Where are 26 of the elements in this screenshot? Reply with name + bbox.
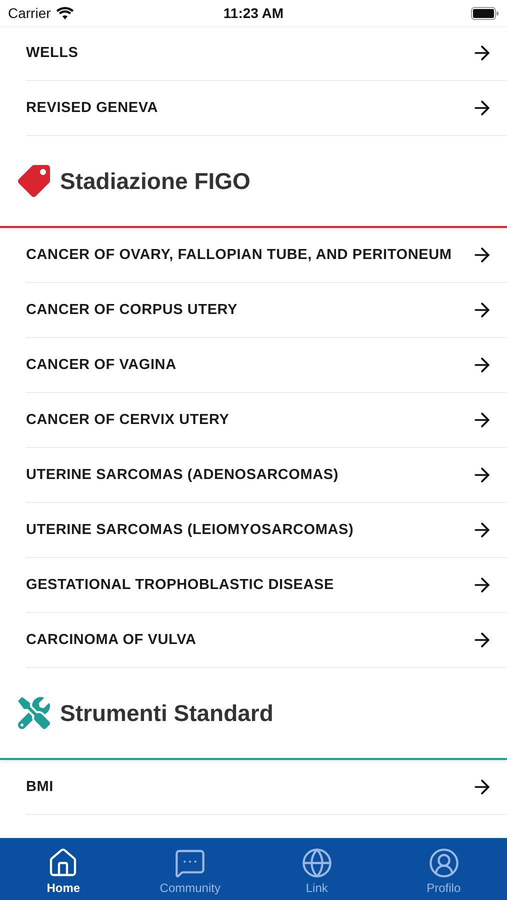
tab-bar-item[interactable]: Home: [0, 838, 127, 900]
profile-icon: [428, 847, 460, 879]
tools-icon: [18, 697, 50, 729]
list-row[interactable]: UTERINE SARCOMAS (ADENOSARCOMAS): [26, 448, 507, 503]
list-row[interactable]: GESTATIONAL TROPHOBLASTIC DISEASE: [26, 558, 507, 613]
wifi-icon: [56, 6, 74, 20]
list-row[interactable]: CANCER OF CORPUS UTERY: [26, 283, 507, 338]
tab-bar-item[interactable]: Profilo: [380, 838, 507, 900]
list-row[interactable]: CANCER OF OVARY, FALLOPIAN TUBE, AND PERITONEUM: [26, 228, 507, 283]
list-row[interactable]: CANCER OF VAGINA: [26, 338, 507, 393]
globe-icon: [300, 847, 333, 879]
tab-bar-item[interactable]: Community: [126, 838, 254, 900]
section-title: Strumenti Standard: [60, 700, 274, 726]
clock-time: 11:23 AM: [223, 5, 284, 21]
chat-bubble-icon: [174, 847, 206, 879]
carrier-text: Carrier: [8, 5, 51, 21]
list-row[interactable]: UTERINE SARCOMAS (LEIOMYOSARCOMAS): [26, 503, 507, 558]
tab-bar-item[interactable]: Link: [254, 838, 380, 900]
list-row[interactable]: CARCINOMA OF VULVA: [26, 613, 507, 668]
list-row[interactable]: CANCER OF CERVIX UTERY: [26, 393, 507, 448]
list-row[interactable]: WELLS: [26, 26, 507, 81]
list-row[interactable]: REVISED GENEVA: [26, 81, 507, 136]
battery-icon: [471, 6, 499, 20]
tag-icon: [18, 165, 50, 197]
section-title: Stadiazione FIGO: [60, 168, 250, 194]
list-row[interactable]: BMI: [26, 760, 507, 815]
